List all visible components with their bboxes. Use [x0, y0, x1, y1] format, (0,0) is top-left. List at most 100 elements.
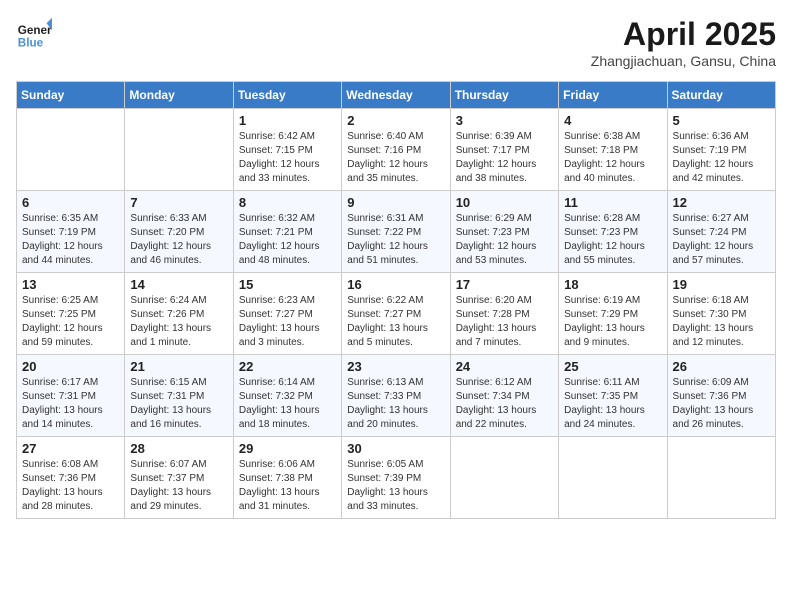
calendar-cell: 21 Sunrise: 6:15 AM Sunset: 7:31 PM Dayli…	[125, 355, 233, 437]
day-number: 22	[239, 359, 336, 374]
day-info: Sunrise: 6:09 AM Sunset: 7:36 PM Dayligh…	[673, 376, 770, 432]
day-number: 5	[673, 113, 770, 128]
calendar-cell: 9 Sunrise: 6:31 AM Sunset: 7:22 PM Daylig…	[342, 191, 450, 273]
calendar-cell: 23 Sunrise: 6:13 AM Sunset: 7:33 PM Dayli…	[342, 355, 450, 437]
calendar-cell: 10 Sunrise: 6:29 AM Sunset: 7:23 PM Dayli…	[450, 191, 558, 273]
calendar-cell: 12Sunrise: 6:27 AM Sunset: 7:24 PM Dayli…	[667, 191, 775, 273]
calendar-cell: 11 Sunrise: 6:28 AM Sunset: 7:23 PM Dayli…	[559, 191, 667, 273]
calendar-cell	[559, 437, 667, 519]
calendar-week-row: 20 Sunrise: 6:17 AM Sunset: 7:31 PM Dayli…	[17, 355, 776, 437]
day-number: 16	[347, 277, 444, 292]
day-info: Sunrise: 6:18 AM Sunset: 7:30 PM Dayligh…	[673, 294, 770, 350]
calendar-week-row: 6Sunrise: 6:35 AM Sunset: 7:19 PM Daylig…	[17, 191, 776, 273]
day-info: Sunrise: 6:08 AM Sunset: 7:36 PM Dayligh…	[22, 458, 119, 514]
day-info: Sunrise: 6:14 AM Sunset: 7:32 PM Dayligh…	[239, 376, 336, 432]
weekday-header-cell: Friday	[559, 82, 667, 109]
calendar-cell	[125, 109, 233, 191]
day-info: Sunrise: 6:40 AM Sunset: 7:16 PM Dayligh…	[347, 130, 444, 186]
day-info: Sunrise: 6:38 AM Sunset: 7:18 PM Dayligh…	[564, 130, 661, 186]
title-block: April 2025 Zhangjiachuan, Gansu, China	[591, 16, 776, 69]
calendar-cell: 22 Sunrise: 6:14 AM Sunset: 7:32 PM Dayli…	[233, 355, 341, 437]
day-info: Sunrise: 6:13 AM Sunset: 7:33 PM Dayligh…	[347, 376, 444, 432]
calendar-week-row: 1Sunrise: 6:42 AM Sunset: 7:15 PM Daylig…	[17, 109, 776, 191]
calendar-cell: 19Sunrise: 6:18 AM Sunset: 7:30 PM Dayli…	[667, 273, 775, 355]
day-info: Sunrise: 6:42 AM Sunset: 7:15 PM Dayligh…	[239, 130, 336, 186]
weekday-header-row: SundayMondayTuesdayWednesdayThursdayFrid…	[17, 82, 776, 109]
day-number: 9	[347, 195, 444, 210]
day-number: 7	[130, 195, 227, 210]
day-number: 20	[22, 359, 119, 374]
calendar-cell: 1Sunrise: 6:42 AM Sunset: 7:15 PM Daylig…	[233, 109, 341, 191]
day-info: Sunrise: 6:33 AM Sunset: 7:20 PM Dayligh…	[130, 212, 227, 268]
calendar-cell: 2Sunrise: 6:40 AM Sunset: 7:16 PM Daylig…	[342, 109, 450, 191]
day-info: Sunrise: 6:15 AM Sunset: 7:31 PM Dayligh…	[130, 376, 227, 432]
calendar-cell: 25 Sunrise: 6:11 AM Sunset: 7:35 PM Dayli…	[559, 355, 667, 437]
calendar-week-row: 27 Sunrise: 6:08 AM Sunset: 7:36 PM Dayli…	[17, 437, 776, 519]
calendar-cell: 26 Sunrise: 6:09 AM Sunset: 7:36 PM Dayli…	[667, 355, 775, 437]
day-number: 10	[456, 195, 553, 210]
day-info: Sunrise: 6:12 AM Sunset: 7:34 PM Dayligh…	[456, 376, 553, 432]
svg-text:General: General	[18, 24, 52, 37]
day-info: Sunrise: 6:25 AM Sunset: 7:25 PM Dayligh…	[22, 294, 119, 350]
month-title: April 2025	[591, 16, 776, 53]
day-info: Sunrise: 6:29 AM Sunset: 7:23 PM Dayligh…	[456, 212, 553, 268]
day-info: Sunrise: 6:07 AM Sunset: 7:37 PM Dayligh…	[130, 458, 227, 514]
calendar-cell: 3 Sunrise: 6:39 AM Sunset: 7:17 PM Daylig…	[450, 109, 558, 191]
location: Zhangjiachuan, Gansu, China	[591, 53, 776, 69]
calendar-cell: 20 Sunrise: 6:17 AM Sunset: 7:31 PM Dayli…	[17, 355, 125, 437]
calendar-cell: 15Sunrise: 6:23 AM Sunset: 7:27 PM Dayli…	[233, 273, 341, 355]
day-number: 3	[456, 113, 553, 128]
day-info: Sunrise: 6:17 AM Sunset: 7:31 PM Dayligh…	[22, 376, 119, 432]
day-info: Sunrise: 6:31 AM Sunset: 7:22 PM Dayligh…	[347, 212, 444, 268]
day-info: Sunrise: 6:28 AM Sunset: 7:23 PM Dayligh…	[564, 212, 661, 268]
calendar-table: SundayMondayTuesdayWednesdayThursdayFrid…	[16, 81, 776, 519]
logo: General Blue	[16, 16, 52, 52]
day-number: 24	[456, 359, 553, 374]
day-number: 11	[564, 195, 661, 210]
logo-icon: General Blue	[16, 16, 52, 52]
calendar-cell: 4 Sunrise: 6:38 AM Sunset: 7:18 PM Daylig…	[559, 109, 667, 191]
calendar-cell: 8Sunrise: 6:32 AM Sunset: 7:21 PM Daylig…	[233, 191, 341, 273]
calendar-cell: 27 Sunrise: 6:08 AM Sunset: 7:36 PM Dayli…	[17, 437, 125, 519]
weekday-header-cell: Thursday	[450, 82, 558, 109]
day-info: Sunrise: 6:24 AM Sunset: 7:26 PM Dayligh…	[130, 294, 227, 350]
day-number: 13	[22, 277, 119, 292]
calendar-cell	[667, 437, 775, 519]
calendar-cell: 29 Sunrise: 6:06 AM Sunset: 7:38 PM Dayli…	[233, 437, 341, 519]
day-number: 12	[673, 195, 770, 210]
calendar-cell: 5Sunrise: 6:36 AM Sunset: 7:19 PM Daylig…	[667, 109, 775, 191]
day-number: 18	[564, 277, 661, 292]
day-number: 25	[564, 359, 661, 374]
day-number: 29	[239, 441, 336, 456]
day-number: 15	[239, 277, 336, 292]
day-info: Sunrise: 6:20 AM Sunset: 7:28 PM Dayligh…	[456, 294, 553, 350]
calendar-cell	[450, 437, 558, 519]
calendar-cell: 13 Sunrise: 6:25 AM Sunset: 7:25 PM Dayli…	[17, 273, 125, 355]
day-number: 17	[456, 277, 553, 292]
weekday-header-cell: Saturday	[667, 82, 775, 109]
day-number: 30	[347, 441, 444, 456]
calendar-week-row: 13 Sunrise: 6:25 AM Sunset: 7:25 PM Dayli…	[17, 273, 776, 355]
day-number: 21	[130, 359, 227, 374]
day-number: 4	[564, 113, 661, 128]
calendar-cell: 30 Sunrise: 6:05 AM Sunset: 7:39 PM Dayli…	[342, 437, 450, 519]
calendar-cell: 14 Sunrise: 6:24 AM Sunset: 7:26 PM Dayli…	[125, 273, 233, 355]
day-number: 26	[673, 359, 770, 374]
calendar-cell	[17, 109, 125, 191]
day-info: Sunrise: 6:22 AM Sunset: 7:27 PM Dayligh…	[347, 294, 444, 350]
calendar-cell: 28Sunrise: 6:07 AM Sunset: 7:37 PM Dayli…	[125, 437, 233, 519]
day-info: Sunrise: 6:11 AM Sunset: 7:35 PM Dayligh…	[564, 376, 661, 432]
svg-text:Blue: Blue	[18, 37, 44, 50]
day-info: Sunrise: 6:05 AM Sunset: 7:39 PM Dayligh…	[347, 458, 444, 514]
day-number: 23	[347, 359, 444, 374]
calendar-cell: 16 Sunrise: 6:22 AM Sunset: 7:27 PM Dayli…	[342, 273, 450, 355]
calendar-cell: 17 Sunrise: 6:20 AM Sunset: 7:28 PM Dayli…	[450, 273, 558, 355]
calendar-body: 1Sunrise: 6:42 AM Sunset: 7:15 PM Daylig…	[17, 109, 776, 519]
day-info: Sunrise: 6:06 AM Sunset: 7:38 PM Dayligh…	[239, 458, 336, 514]
day-number: 14	[130, 277, 227, 292]
calendar-cell: 24 Sunrise: 6:12 AM Sunset: 7:34 PM Dayli…	[450, 355, 558, 437]
day-info: Sunrise: 6:39 AM Sunset: 7:17 PM Dayligh…	[456, 130, 553, 186]
day-info: Sunrise: 6:19 AM Sunset: 7:29 PM Dayligh…	[564, 294, 661, 350]
weekday-header-cell: Tuesday	[233, 82, 341, 109]
day-number: 27	[22, 441, 119, 456]
